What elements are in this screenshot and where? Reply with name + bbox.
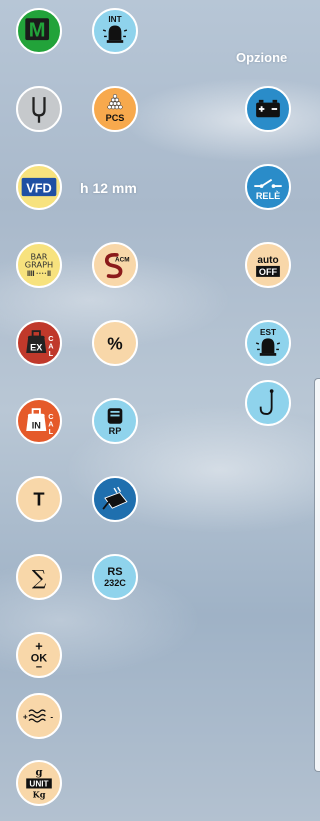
svg-text:L: L <box>49 349 54 358</box>
bar-graph-icon: BAR GRAPH <box>16 242 62 288</box>
svg-text:M: M <box>29 19 46 41</box>
option-label: Opzione <box>236 50 288 65</box>
unit-icon: g UNIT Kg <box>16 760 62 806</box>
svg-text:232C: 232C <box>104 578 126 588</box>
in-cal-weight-icon: IN C A L <box>16 398 62 444</box>
printer-rp-icon: RP <box>92 398 138 444</box>
vfd-display-icon: VFD <box>16 164 62 210</box>
svg-text:+: + <box>35 638 42 653</box>
hook-icon <box>245 380 291 426</box>
sum-icon: ∑ <box>16 554 62 600</box>
ex-cal-weight-icon: EX C A L <box>16 320 62 366</box>
svg-text:L: L <box>49 427 54 436</box>
svg-text:g: g <box>35 768 42 779</box>
svg-text:IN: IN <box>32 420 41 430</box>
svg-text:PCS: PCS <box>106 113 125 123</box>
svg-text:T: T <box>33 488 44 509</box>
acm-icon: ACM <box>92 242 138 288</box>
side-panel-edge <box>314 378 320 772</box>
est-bell-icon: EST <box>245 320 291 366</box>
int-bell-icon: INT <box>92 8 138 54</box>
svg-text:EST: EST <box>260 328 276 337</box>
tare-icon: T <box>16 476 62 522</box>
svg-text:auto: auto <box>257 255 278 266</box>
m-icon: M <box>16 8 62 54</box>
svg-text:+: + <box>23 713 28 722</box>
svg-text:OFF: OFF <box>259 267 278 277</box>
svg-text:EX: EX <box>30 342 42 352</box>
rs232c-icon: RS 232C <box>92 554 138 600</box>
battery-icon <box>245 86 291 132</box>
svg-text:−: − <box>36 662 42 674</box>
filter-icon: + - <box>16 693 62 739</box>
svg-text:-: - <box>50 713 53 722</box>
svg-text:%: % <box>107 333 122 353</box>
svg-text:VFD: VFD <box>26 180 52 195</box>
auto-off-icon: auto OFF <box>245 242 291 288</box>
ok-plus-minus-icon: + OK − <box>16 632 62 678</box>
svg-text:RP: RP <box>109 426 122 436</box>
svg-text:RS: RS <box>107 566 122 578</box>
power-adapter-icon <box>92 476 138 522</box>
pcs-counting-icon: PCS <box>92 86 138 132</box>
tuning-fork-icon <box>16 86 62 132</box>
svg-text:∑: ∑ <box>32 565 47 589</box>
svg-text:INT: INT <box>108 15 121 24</box>
percent-icon: % <box>92 320 138 366</box>
svg-text:GRAPH: GRAPH <box>25 260 53 270</box>
vfd-height-label: h 12 mm <box>80 180 137 196</box>
svg-text:UNIT: UNIT <box>29 780 48 789</box>
rele-icon: RELÈ <box>245 164 291 210</box>
svg-text:RELÈ: RELÈ <box>256 191 280 201</box>
svg-text:ACM: ACM <box>115 256 130 263</box>
svg-text:Kg: Kg <box>33 790 46 800</box>
